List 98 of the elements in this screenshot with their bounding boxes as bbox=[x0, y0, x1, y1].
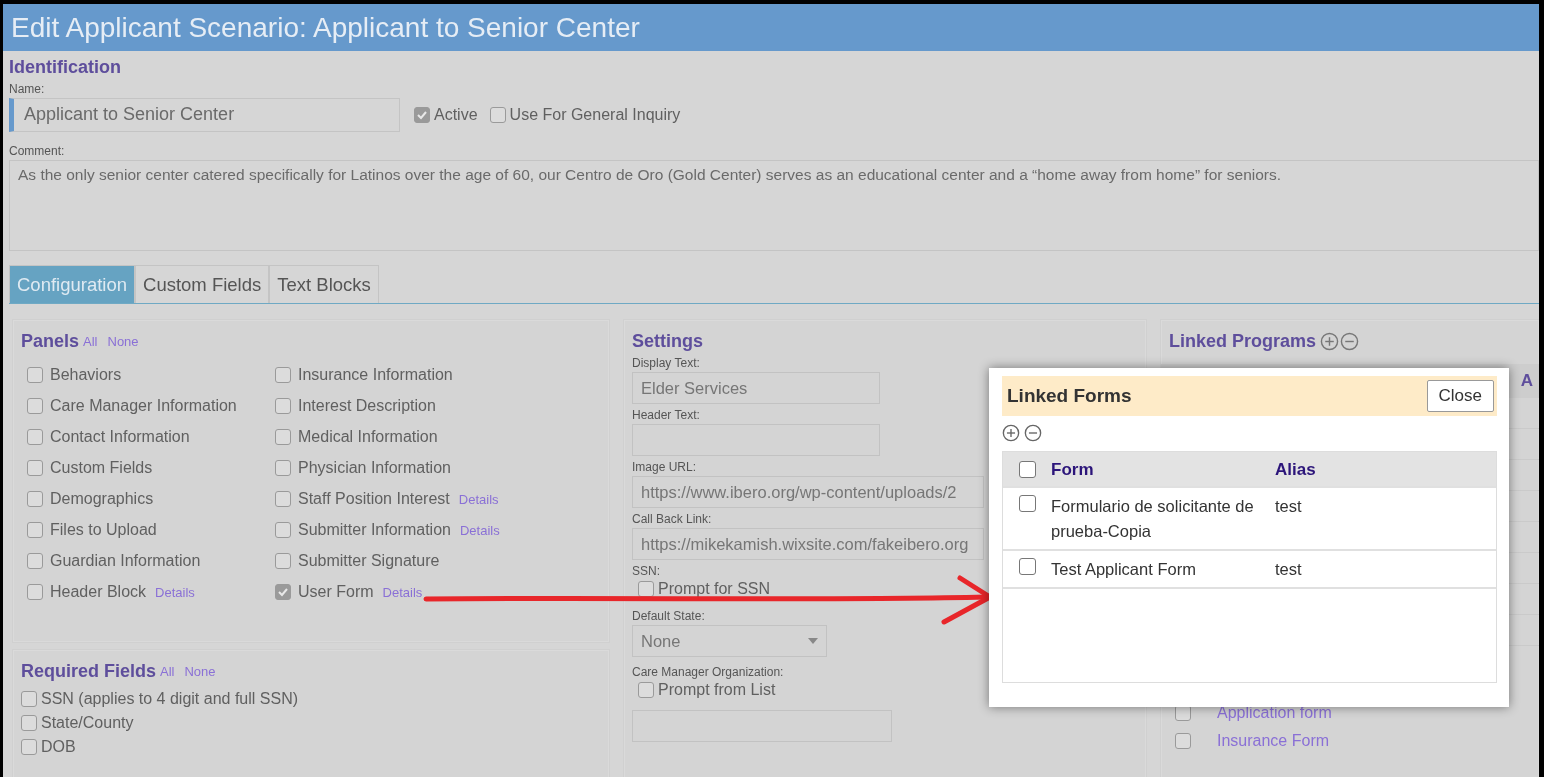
field-label: Name: bbox=[9, 82, 45, 96]
dropdown-caret-icon bbox=[808, 638, 818, 644]
checkbox[interactable] bbox=[638, 581, 654, 597]
checkbox-label: Staff Position Interest bbox=[298, 490, 450, 508]
checkbox-label: State/County bbox=[41, 714, 134, 732]
field-label: Call Back Link: bbox=[632, 512, 712, 526]
checkbox-label: Submitter Information bbox=[298, 521, 451, 539]
checkbox-label: User Form bbox=[298, 583, 374, 601]
checkbox-label: Files to Upload bbox=[50, 521, 157, 539]
details-link[interactable]: Details bbox=[459, 522, 500, 538]
checkbox[interactable] bbox=[275, 429, 291, 445]
section-heading: Linked Programs bbox=[1169, 331, 1317, 352]
checkbox-label: Submitter Signature bbox=[298, 552, 440, 570]
comment-textarea[interactable]: As the only senior center catered specifically for Latinos over the age of 60, our Centro de Oro (Gold Center) serves as an educational center and a “home away from home” for seniors. bbox=[9, 160, 1539, 251]
checkbox-label: Use For General Inquiry bbox=[509, 106, 681, 124]
close-button[interactable]: Close bbox=[1426, 380, 1494, 412]
select-all-link[interactable]: All bbox=[83, 334, 98, 349]
checkbox[interactable] bbox=[27, 460, 43, 476]
checkbox[interactable] bbox=[21, 691, 37, 707]
checkbox[interactable] bbox=[414, 107, 430, 123]
section-heading: Required Fields bbox=[21, 661, 157, 682]
text-field[interactable]: https://mikekamish.wixsite.com/fakeibero.org bbox=[632, 528, 984, 560]
column-header: A bbox=[1520, 371, 1533, 391]
checkbox[interactable] bbox=[27, 491, 43, 507]
program-link[interactable]: Application form bbox=[1217, 704, 1332, 722]
checkbox[interactable] bbox=[21, 739, 37, 755]
table-cell-text: Formulario de solicitante de prueba-Copia bbox=[1051, 496, 1255, 542]
checkbox[interactable] bbox=[27, 398, 43, 414]
field-label: Header Text: bbox=[632, 408, 700, 422]
checkbox[interactable] bbox=[27, 522, 43, 538]
column-header: Form bbox=[1051, 460, 1095, 480]
details-link[interactable]: Details bbox=[155, 584, 195, 600]
checkbox[interactable] bbox=[27, 429, 43, 445]
checkbox[interactable] bbox=[275, 460, 291, 476]
page-title: Edit Applicant Scenario: Applicant to Senior Center bbox=[3, 4, 1539, 51]
checkbox[interactable] bbox=[27, 553, 43, 569]
section-heading: Identification bbox=[9, 57, 121, 77]
field-label: Image URL: bbox=[632, 460, 697, 474]
table-cell-text: test bbox=[1275, 496, 1303, 517]
checkbox[interactable] bbox=[275, 553, 291, 569]
checkbox-label: Physician Information bbox=[298, 459, 451, 477]
checkbox[interactable] bbox=[27, 584, 43, 600]
details-link[interactable]: Details bbox=[382, 584, 423, 600]
select-field[interactable]: None bbox=[632, 625, 827, 657]
checkbox-label: Behaviors bbox=[50, 366, 122, 384]
tab[interactable]: Configuration bbox=[9, 265, 136, 303]
tab[interactable]: Text Blocks bbox=[269, 265, 379, 303]
checkbox[interactable] bbox=[275, 522, 291, 538]
table-cell-text: test bbox=[1275, 559, 1303, 580]
section-heading: Panels bbox=[21, 331, 80, 352]
select-all-link[interactable]: All bbox=[160, 664, 175, 679]
checkbox-label: Medical Information bbox=[298, 428, 438, 446]
checkbox[interactable] bbox=[1019, 461, 1036, 478]
checkbox[interactable] bbox=[275, 367, 291, 383]
add-icon[interactable] bbox=[1002, 424, 1020, 442]
field-label: Comment: bbox=[9, 144, 65, 158]
checkbox[interactable] bbox=[275, 398, 291, 414]
checkbox[interactable] bbox=[275, 491, 291, 507]
checkbox-label: Guardian Information bbox=[50, 552, 201, 570]
checkbox-label: Prompt for SSN bbox=[658, 580, 771, 598]
checkbox[interactable] bbox=[21, 715, 37, 731]
select-none-link[interactable]: None bbox=[107, 334, 139, 349]
checkbox-label: Care Manager Information bbox=[50, 397, 237, 415]
select-none-link[interactable]: None bbox=[184, 664, 216, 679]
add-icon[interactable] bbox=[1320, 332, 1340, 351]
checkbox[interactable] bbox=[489, 107, 506, 123]
checkbox[interactable] bbox=[27, 367, 43, 383]
checkbox[interactable] bbox=[638, 682, 654, 698]
field-label: Display Text: bbox=[632, 356, 700, 370]
checkbox-label: Header Block bbox=[50, 583, 147, 601]
checkbox[interactable] bbox=[275, 584, 291, 600]
checkbox-label: Active bbox=[434, 106, 478, 124]
dialog-title: Linked Forms bbox=[1007, 385, 1132, 407]
table-cell-text: Test Applicant Form bbox=[1051, 559, 1197, 580]
checkbox[interactable] bbox=[1175, 733, 1191, 749]
remove-icon[interactable] bbox=[1024, 424, 1042, 442]
details-link[interactable]: Details bbox=[458, 491, 499, 507]
name-input[interactable]: Applicant to Senior Center bbox=[9, 98, 400, 132]
checkbox-label: SSN (applies to 4 digit and full SSN) bbox=[41, 690, 298, 708]
checkbox[interactable] bbox=[1019, 495, 1036, 512]
text-field[interactable]: https://www.ibero.org/wp-content/uploads/2 bbox=[632, 476, 984, 508]
checkbox-label: Prompt from List bbox=[658, 681, 776, 699]
checkbox-label: Custom Fields bbox=[50, 459, 153, 477]
field-label: Care Manager Organization: bbox=[632, 665, 784, 679]
text-field[interactable]: Elder Services bbox=[632, 372, 880, 404]
checkbox-label: Demographics bbox=[50, 490, 154, 508]
column-header: Alias bbox=[1275, 460, 1317, 480]
field-label: SSN: bbox=[632, 564, 660, 578]
checkbox-label: Contact Information bbox=[50, 428, 190, 446]
checkbox-label: DOB bbox=[41, 738, 76, 756]
remove-icon[interactable] bbox=[1340, 332, 1360, 351]
checkbox[interactable] bbox=[1019, 558, 1036, 575]
program-link[interactable]: Insurance Form bbox=[1217, 732, 1330, 750]
field-label: Default State: bbox=[632, 609, 705, 623]
tab[interactable]: Custom Fields bbox=[135, 265, 270, 303]
section-heading: Settings bbox=[632, 331, 703, 351]
checkbox-label: Insurance Information bbox=[298, 366, 453, 384]
checkbox-label: Interest Description bbox=[298, 397, 436, 415]
